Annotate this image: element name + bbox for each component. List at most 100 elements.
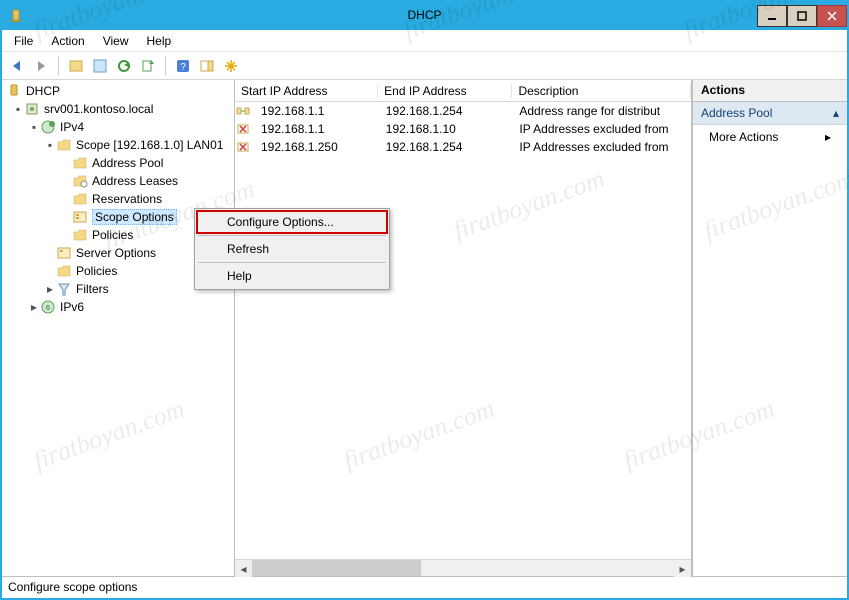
tree-label: Scope [192.168.1.0] LAN01: [76, 138, 223, 152]
cell-end: 192.168.1.254: [380, 104, 514, 118]
ctx-separator: [198, 235, 386, 236]
action-pane-toggle-button[interactable]: [196, 55, 218, 77]
menu-view[interactable]: View: [95, 32, 137, 50]
nav-forward-button[interactable]: [30, 55, 52, 77]
menu-file[interactable]: File: [6, 32, 41, 50]
ctx-configure-options[interactable]: Configure Options...: [197, 211, 387, 233]
list-row[interactable]: 192.168.1.1 192.168.1.10 IP Addresses ex…: [235, 120, 691, 138]
tree-ipv4[interactable]: ▪ IPv4: [6, 118, 234, 136]
export-button[interactable]: [137, 55, 159, 77]
cell-end: 192.168.1.254: [380, 140, 514, 154]
cell-desc: Address range for distribut: [513, 104, 691, 118]
tree-label: Reservations: [92, 192, 162, 206]
scroll-thumb[interactable]: [252, 560, 421, 576]
actions-section-label: Address Pool: [701, 106, 772, 120]
title-bar: DHCP: [2, 2, 847, 30]
tree-label: IPv4: [60, 120, 84, 134]
collapse-icon[interactable]: ▪: [44, 138, 56, 152]
maximize-button[interactable]: [787, 5, 817, 27]
ctx-separator: [198, 262, 386, 263]
context-menu: Configure Options... Refresh Help: [194, 208, 390, 290]
collapse-icon[interactable]: ▪: [28, 120, 40, 134]
tree-scope[interactable]: ▪ Scope [192.168.1.0] LAN01: [6, 136, 234, 154]
actions-pane: Actions Address Pool ▴ More Actions ▸: [692, 80, 847, 576]
folder-icon: [72, 173, 88, 189]
nav-back-button[interactable]: [6, 55, 28, 77]
range-icon: [235, 103, 251, 119]
scroll-right-button[interactable]: ▸: [674, 560, 691, 577]
scroll-track[interactable]: [252, 560, 674, 576]
window-title: DHCP: [407, 8, 441, 22]
horizontal-scrollbar[interactable]: ◂ ▸: [235, 559, 691, 576]
exclusion-icon: [235, 139, 251, 155]
expand-icon[interactable]: ▸: [44, 282, 56, 296]
cell-desc: IP Addresses excluded from: [513, 122, 691, 136]
ipv4-icon: [40, 119, 56, 135]
tree-label: Address Pool: [92, 156, 163, 170]
tree-root-dhcp[interactable]: DHCP: [6, 82, 234, 100]
minimize-button[interactable]: [757, 5, 787, 27]
cell-start: 192.168.1.250: [255, 140, 380, 154]
actions-more-label: More Actions: [709, 130, 778, 144]
menu-action[interactable]: Action: [43, 32, 92, 50]
filter-icon: [56, 281, 72, 297]
tree-address-pool[interactable]: Address Pool: [6, 154, 234, 172]
tree-label: Policies: [76, 264, 117, 278]
close-button[interactable]: [817, 5, 847, 27]
tree-label: DHCP: [26, 84, 60, 98]
status-text: Configure scope options: [8, 580, 137, 594]
ctx-help[interactable]: Help: [197, 265, 387, 287]
col-start-ip[interactable]: Start IP Address: [235, 84, 378, 98]
tree-label: Address Leases: [92, 174, 178, 188]
toolbar: ?: [2, 52, 847, 80]
tree-address-leases[interactable]: Address Leases: [6, 172, 234, 190]
collapse-icon[interactable]: ▪: [12, 102, 24, 116]
scroll-left-button[interactable]: ◂: [235, 560, 252, 577]
folder-icon: [72, 191, 88, 207]
svg-text:?: ?: [180, 62, 186, 73]
folder-icon: [72, 155, 88, 171]
main-area: DHCP ▪ srv001.kontoso.local ▪ IPv4 ▪ Sco…: [2, 80, 847, 576]
menu-bar: File Action View Help: [2, 30, 847, 52]
window-controls: [757, 5, 847, 27]
tree-label: IPv6: [60, 300, 84, 314]
options-icon: [56, 245, 72, 261]
tree-pane[interactable]: DHCP ▪ srv001.kontoso.local ▪ IPv4 ▪ Sco…: [2, 80, 234, 576]
list-row[interactable]: 192.168.1.250 192.168.1.254 IP Addresses…: [235, 138, 691, 156]
actions-section[interactable]: Address Pool ▴: [693, 102, 847, 125]
folder-icon: [72, 227, 88, 243]
toolbar-separator: [165, 56, 166, 76]
cell-desc: IP Addresses excluded from: [513, 140, 691, 154]
folder-icon: [56, 137, 72, 153]
options-icon: [72, 209, 88, 225]
expand-icon[interactable]: ▸: [28, 300, 40, 314]
properties-button[interactable]: [89, 55, 111, 77]
tree-label: srv001.kontoso.local: [44, 102, 153, 116]
cell-start: 192.168.1.1: [255, 122, 380, 136]
list-row[interactable]: 192.168.1.1 192.168.1.254 Address range …: [235, 102, 691, 120]
collapse-icon: ▴: [833, 106, 839, 120]
refresh-button[interactable]: [113, 55, 135, 77]
tree-server[interactable]: ▪ srv001.kontoso.local: [6, 100, 234, 118]
svg-text:6: 6: [46, 305, 50, 312]
tree-label: Scope Options: [92, 209, 177, 225]
col-description[interactable]: Description: [512, 84, 691, 98]
cell-start: 192.168.1.1: [255, 104, 380, 118]
status-bar: Configure scope options: [2, 576, 847, 598]
list-body[interactable]: 192.168.1.1 192.168.1.254 Address range …: [235, 102, 691, 559]
actions-more[interactable]: More Actions ▸: [693, 125, 847, 149]
tree-ipv6[interactable]: ▸ 6 IPv6: [6, 298, 234, 316]
col-end-ip[interactable]: End IP Address: [378, 84, 512, 98]
tree-reservations[interactable]: Reservations: [6, 190, 234, 208]
server-icon: [24, 101, 40, 117]
menu-help[interactable]: Help: [139, 32, 180, 50]
help-button[interactable]: ?: [172, 55, 194, 77]
tree-label: Policies: [92, 228, 133, 242]
new-scope-button[interactable]: [220, 55, 242, 77]
list-header: Start IP Address End IP Address Descript…: [235, 80, 691, 102]
ctx-refresh[interactable]: Refresh: [197, 238, 387, 260]
list-pane: Start IP Address End IP Address Descript…: [234, 80, 692, 576]
exclusion-icon: [235, 121, 251, 137]
dhcp-icon: [6, 83, 22, 99]
show-hide-tree-button[interactable]: [65, 55, 87, 77]
